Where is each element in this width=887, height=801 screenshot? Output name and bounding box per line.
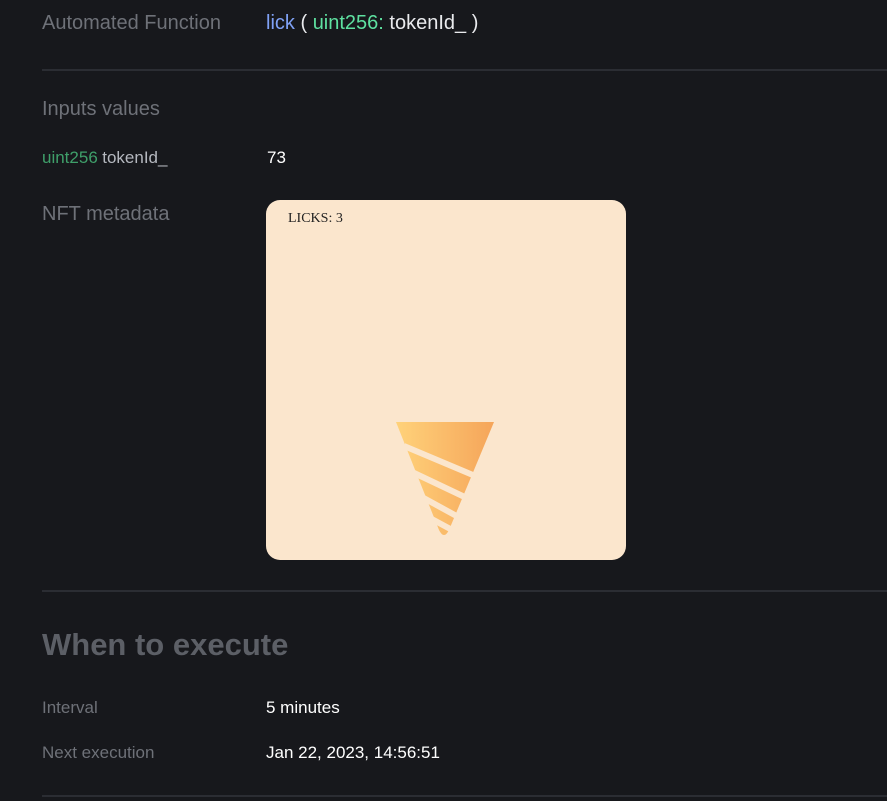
automated-function-label: Automated Function	[42, 12, 221, 34]
function-name: lick	[266, 12, 295, 34]
interval-value: 5 minutes	[266, 698, 340, 717]
nft-metadata-label: NFT metadata	[42, 203, 170, 225]
input-type: uint256	[42, 148, 98, 167]
function-signature: lick ( uint256: tokenId_ )	[266, 12, 478, 35]
interval-label: Interval	[42, 698, 98, 717]
divider	[42, 590, 887, 592]
open-paren: (	[300, 12, 308, 34]
next-execution-value: Jan 22, 2023, 14:56:51	[266, 743, 440, 762]
divider	[42, 795, 887, 797]
param-name: tokenId_	[389, 12, 467, 34]
ice-cream-cone-icon	[396, 422, 494, 535]
nft-image: LICKS: 3	[266, 200, 626, 560]
divider	[42, 69, 887, 71]
input-value: 73	[267, 148, 286, 167]
input-name: tokenId_	[102, 148, 168, 167]
inputs-title: Inputs values	[42, 98, 160, 120]
close-paren: )	[471, 12, 479, 34]
input-param: uint256 tokenId_	[42, 148, 167, 168]
task-details-page: Automated Function lick ( uint256: token…	[0, 0, 887, 801]
next-execution-label: Next execution	[42, 743, 155, 762]
licks-count: LICKS: 3	[288, 211, 343, 226]
param-type: uint256:	[312, 12, 384, 34]
section-heading: When to execute	[42, 627, 289, 662]
